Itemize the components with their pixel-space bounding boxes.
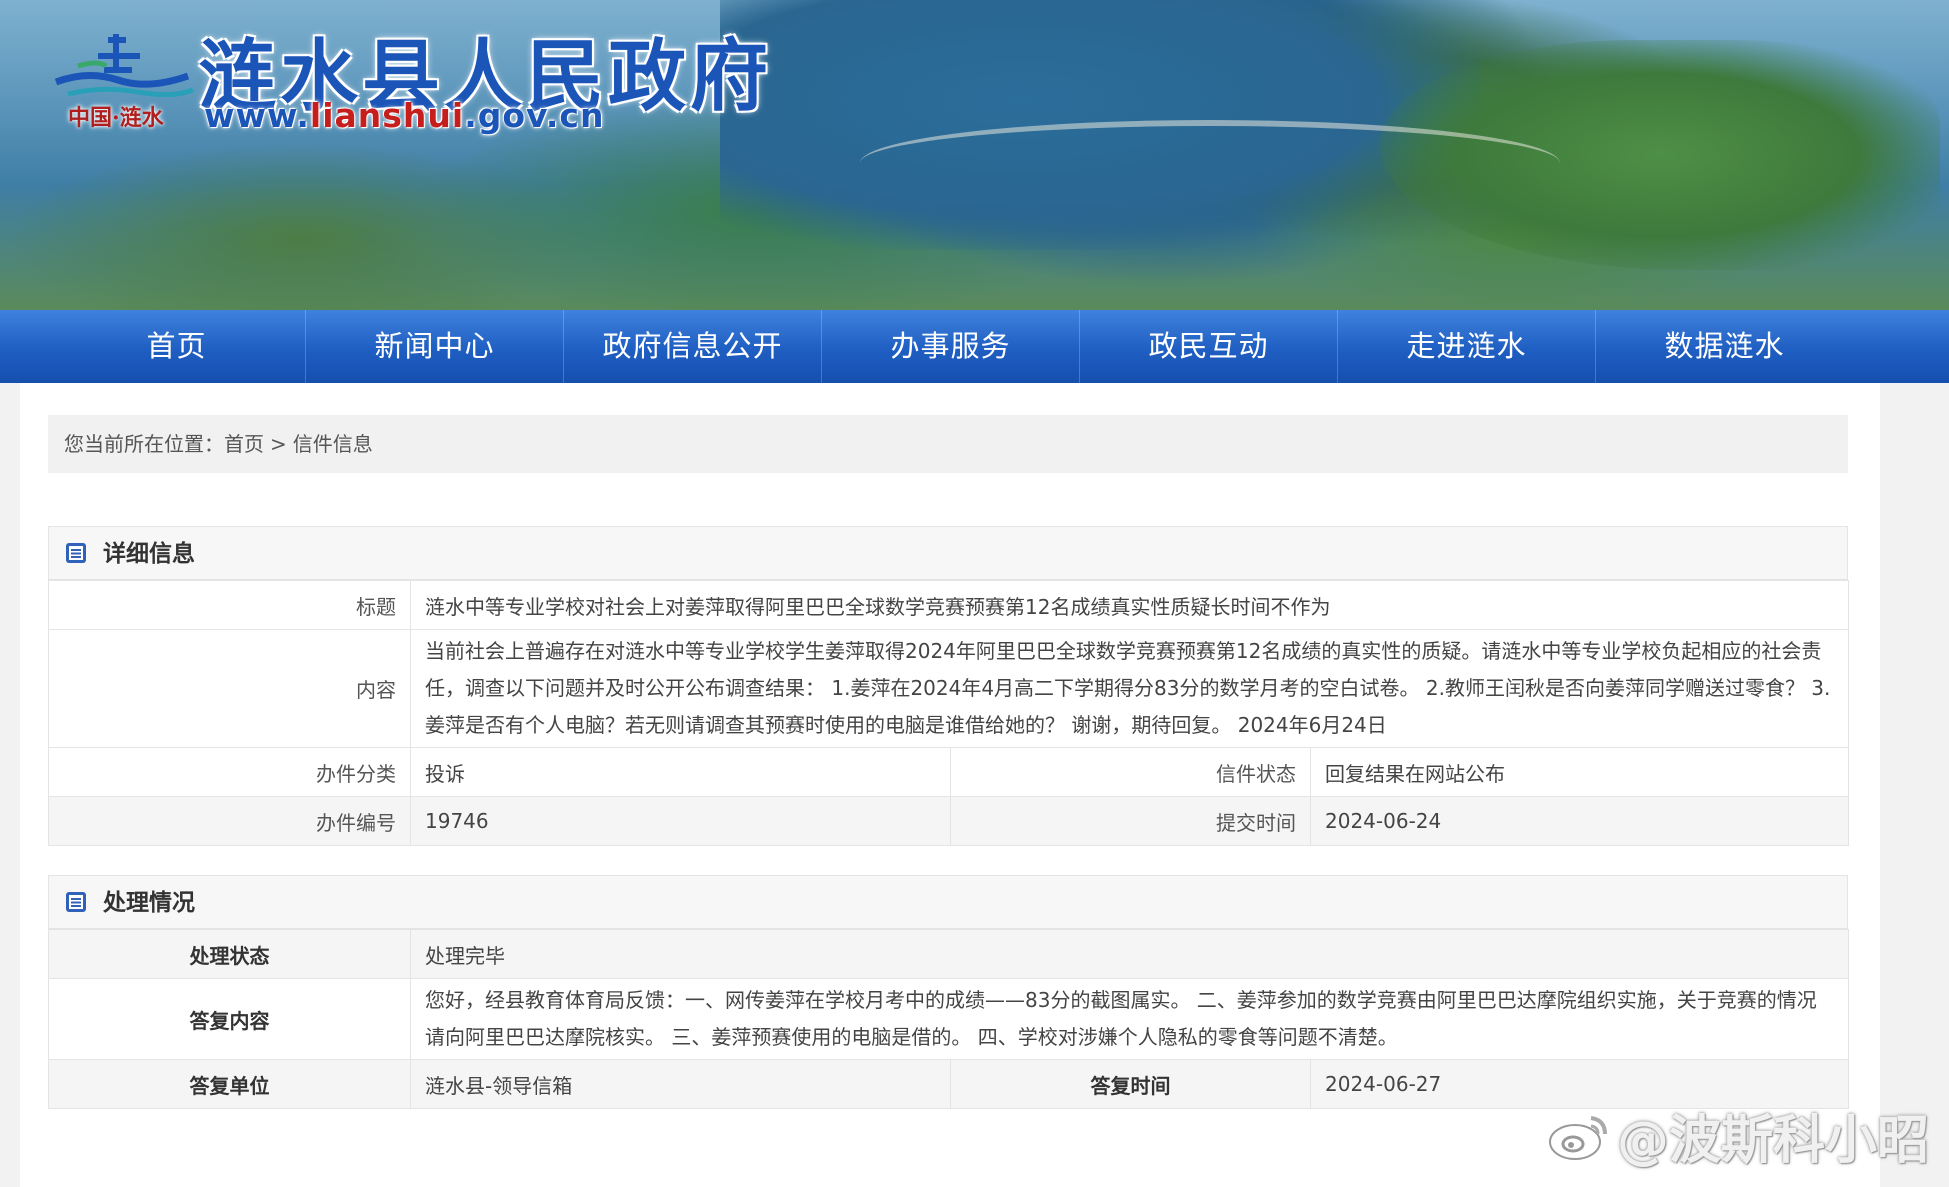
title-label: 标题 bbox=[48, 580, 411, 630]
state-value: 处理完毕 bbox=[409, 929, 1850, 979]
nav-item-about[interactable]: 走进涟水 bbox=[1338, 310, 1596, 383]
nav-item-data[interactable]: 数据涟水 bbox=[1596, 310, 1853, 383]
main-nav: 首页 新闻中心 政府信息公开 办事服务 政民互动 走进涟水 数据涟水 bbox=[0, 310, 1949, 383]
nav-item-gov-info[interactable]: 政府信息公开 bbox=[564, 310, 822, 383]
nav-item-services[interactable]: 办事服务 bbox=[822, 310, 1080, 383]
detail-section-heading: 详细信息 bbox=[48, 526, 1848, 580]
document-list-icon bbox=[66, 892, 86, 912]
submit-time-label: 提交时间 bbox=[950, 796, 1311, 846]
nav-item-interaction[interactable]: 政民互动 bbox=[1080, 310, 1338, 383]
reply-value: 您好，经县教育体育局反馈：一、网传姜萍在学校月考中的成绩——83分的截图属实。 … bbox=[425, 988, 1817, 1049]
status-label: 信件状态 bbox=[950, 747, 1311, 797]
detail-row-content: 内容 当前社会上普遍存在对涟水中等专业学校学生姜萍取得2024年阿里巴巴全球数学… bbox=[48, 629, 1849, 748]
content-value: 当前社会上普遍存在对涟水中等专业学校学生姜萍取得2024年阿里巴巴全球数学竞赛预… bbox=[425, 639, 1831, 737]
site-url-suffix: .gov.cn bbox=[464, 96, 605, 135]
number-value: 19746 bbox=[410, 796, 951, 846]
detail-table: 标题 涟水中等专业学校对社会上对姜萍取得阿里巴巴全球数学竞赛预赛第12名成绩真实… bbox=[48, 580, 1849, 846]
site-url-prefix: www. bbox=[204, 96, 310, 135]
site-url-highlight: lianshui bbox=[309, 96, 465, 135]
unit-label: 答复单位 bbox=[48, 1059, 411, 1109]
reply-value-cell: 您好，经县教育体育局反馈：一、网传姜萍在学校月考中的成绩——83分的截图属实。 … bbox=[409, 978, 1850, 1060]
breadcrumb-current-link[interactable]: 信件信息 bbox=[293, 432, 373, 456]
submit-time-value: 2024-06-24 bbox=[1310, 796, 1849, 846]
category-label: 办件分类 bbox=[48, 747, 411, 797]
title-value: 涟水中等专业学校对社会上对姜萍取得阿里巴巴全球数学竞赛预赛第12名成绩真实性质疑… bbox=[410, 580, 1849, 630]
breadcrumb-separator: > bbox=[270, 432, 287, 456]
breadcrumb-home-link[interactable]: 首页 bbox=[224, 432, 264, 456]
watermark: @波斯科小昭 bbox=[1547, 1098, 1929, 1173]
processing-section-heading: 处理情况 bbox=[48, 875, 1848, 929]
site-logo-icon[interactable] bbox=[48, 30, 198, 110]
processing-table: 处理状态 处理完毕 答复内容 您好，经县教育体育局反馈：一、网传姜萍在学校月考中… bbox=[48, 929, 1850, 1109]
state-label: 处理状态 bbox=[48, 929, 411, 979]
logo-subtitle: 中国·涟水 bbox=[68, 105, 164, 131]
watermark-text: @波斯科小昭 bbox=[1616, 1111, 1929, 1171]
nav-item-news[interactable]: 新闻中心 bbox=[306, 310, 564, 383]
processing-row-reply: 答复内容 您好，经县教育体育局反馈：一、网传姜萍在学校月考中的成绩——83分的截… bbox=[48, 978, 1850, 1060]
weibo-icon bbox=[1548, 1115, 1607, 1160]
breadcrumb: 您当前所在位置：首页 > 信件信息 bbox=[48, 415, 1848, 473]
detail-row-title: 标题 涟水中等专业学校对社会上对姜萍取得阿里巴巴全球数学竞赛预赛第12名成绩真实… bbox=[48, 580, 1849, 630]
content-label: 内容 bbox=[48, 629, 411, 748]
banner-path-scene bbox=[860, 120, 1560, 206]
content-panel: 您当前所在位置：首页 > 信件信息 详细信息 标题 涟水中等专业学校对社会上对姜萍取… bbox=[20, 383, 1880, 1187]
header-banner: 中国·涟水 涟水县人民政府 www.lianshui.gov.cn bbox=[0, 0, 1949, 310]
number-label: 办件编号 bbox=[48, 796, 411, 846]
nav-item-home[interactable]: 首页 bbox=[48, 310, 306, 383]
breadcrumb-prefix: 您当前所在位置： bbox=[64, 432, 224, 456]
processing-section-title: 处理情况 bbox=[103, 890, 195, 916]
site-url[interactable]: www.lianshui.gov.cn bbox=[204, 96, 604, 135]
category-value: 投诉 bbox=[410, 747, 951, 797]
reply-label: 答复内容 bbox=[48, 978, 411, 1060]
unit-value: 涟水县-领导信箱 bbox=[410, 1059, 951, 1109]
reply-time-label: 答复时间 bbox=[950, 1059, 1311, 1109]
document-list-icon bbox=[66, 543, 86, 563]
detail-section-title: 详细信息 bbox=[103, 541, 195, 567]
processing-row-state: 处理状态 处理完毕 bbox=[48, 929, 1850, 979]
detail-row-category: 办件分类 投诉 信件状态 回复结果在网站公布 bbox=[48, 747, 1849, 797]
status-value: 回复结果在网站公布 bbox=[1310, 747, 1849, 797]
content-value-cell: 当前社会上普遍存在对涟水中等专业学校学生姜萍取得2024年阿里巴巴全球数学竞赛预… bbox=[410, 629, 1849, 748]
detail-row-number: 办件编号 19746 提交时间 2024-06-24 bbox=[48, 796, 1849, 846]
